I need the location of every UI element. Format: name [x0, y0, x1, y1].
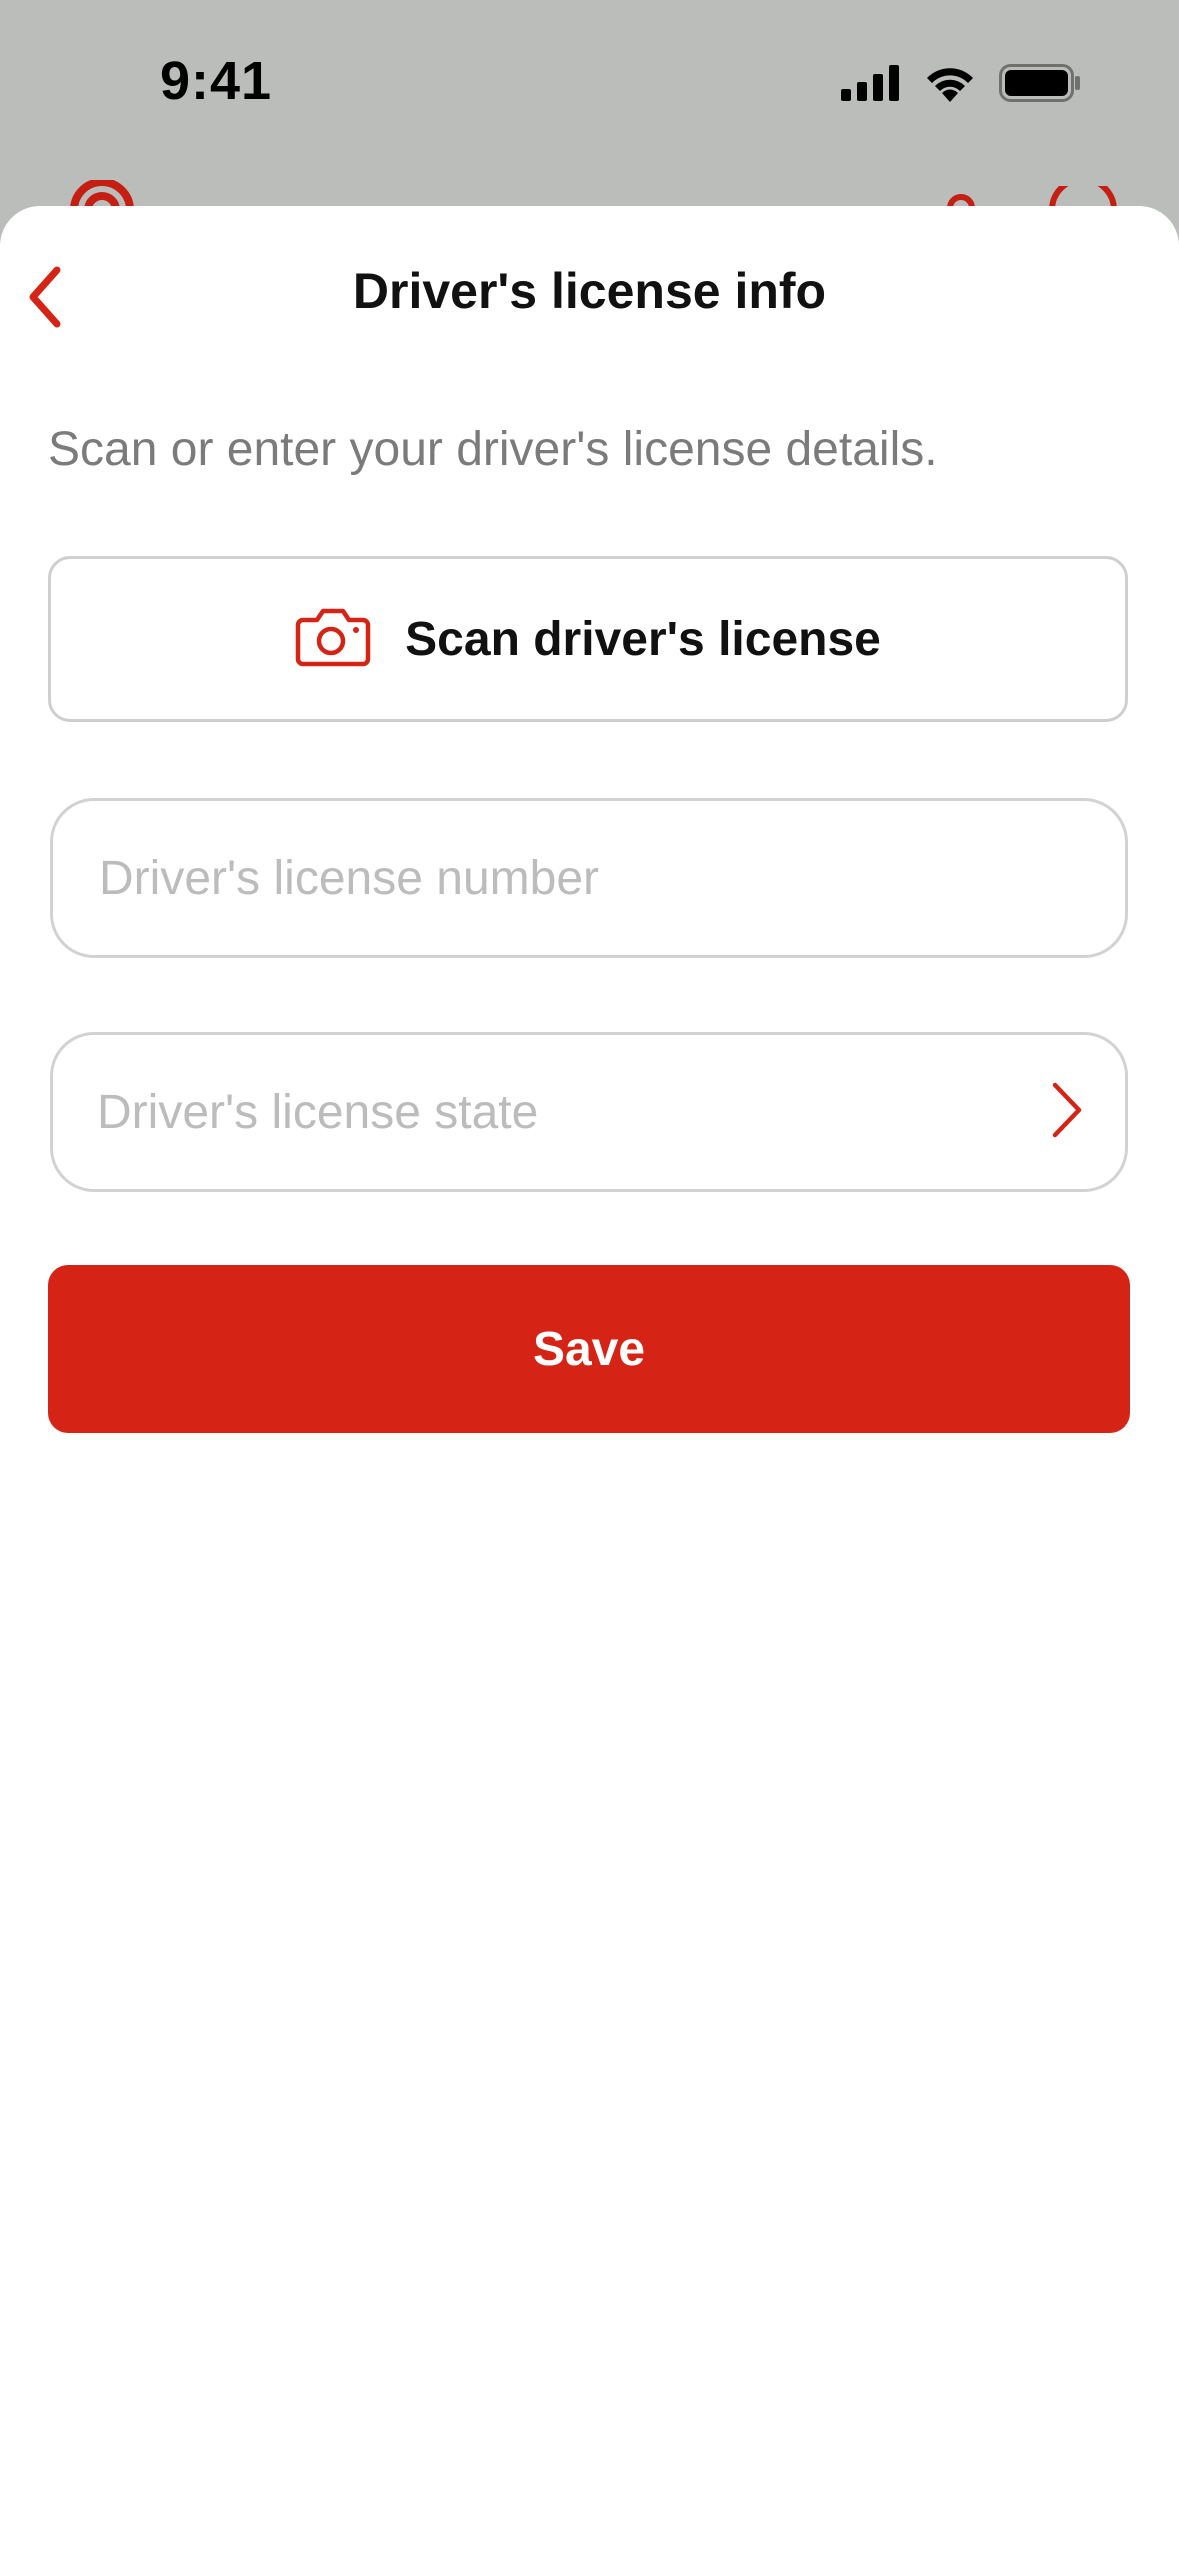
battery-icon: [999, 64, 1081, 107]
page-title: Driver's license info: [352, 263, 827, 319]
wifi-icon: [923, 64, 977, 107]
chevron-right-icon: [1049, 1081, 1085, 1144]
status-bar: 9:41: [0, 0, 1179, 211]
status-time: 9:41: [160, 51, 273, 111]
scan-license-label: Scan driver's license: [405, 612, 881, 666]
license-state-placeholder: Driver's license state: [97, 1085, 539, 1139]
drivers-license-sheet: Driver's license info Scan or enter your…: [0, 206, 1179, 2556]
save-button[interactable]: Save: [48, 1265, 1130, 1433]
status-icons: [841, 64, 1081, 107]
camera-icon: [295, 606, 371, 673]
cellular-signal-icon: [841, 65, 901, 106]
license-number-field[interactable]: [50, 798, 1128, 958]
license-state-field[interactable]: Driver's license state: [50, 1032, 1128, 1192]
license-number-input[interactable]: [97, 849, 1085, 907]
scan-license-button[interactable]: Scan driver's license: [48, 556, 1128, 722]
instructions-text: Scan or enter your driver's license deta…: [48, 423, 938, 476]
